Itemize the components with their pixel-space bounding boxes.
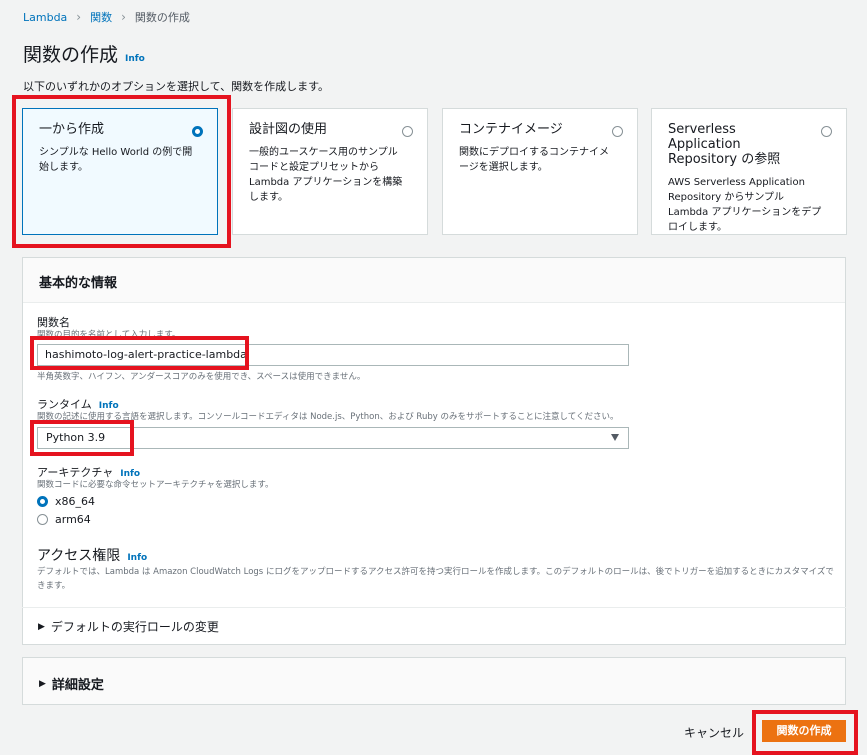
create-function-button[interactable]: 関数の作成	[762, 720, 846, 742]
caret-right-icon: ▶	[39, 678, 46, 689]
architecture-option-label: arm64	[55, 513, 91, 526]
chevron-right-icon: ›	[121, 10, 126, 24]
option-description: AWS Serverless Application Repository から…	[668, 177, 822, 233]
permissions-label-row: アクセス権限 Info	[37, 545, 147, 565]
option-description: 一般的ユースケース用のサンプルコードと設定プリセットから Lambda アプリケ…	[249, 147, 403, 203]
option-radio[interactable]	[612, 126, 623, 137]
option-title: コンテナイメージ	[459, 122, 563, 137]
permissions-description: デフォルトでは、Lambda は Amazon CloudWatch Logs …	[37, 567, 834, 591]
option-author-from-scratch[interactable]: 一から作成 シンプルな Hello World の例で開始します。	[22, 108, 218, 235]
caret-right-icon: ▶	[38, 621, 45, 632]
option-description: シンプルな Hello World の例で開始します。	[39, 147, 193, 173]
page-title: 関数の作成	[23, 44, 119, 66]
basic-info-header: 基本的な情報	[23, 258, 845, 303]
runtime-select[interactable]: Python 3.9	[37, 427, 629, 449]
permissions-label: アクセス権限	[37, 548, 121, 564]
page-title-row: 関数の作成 Info	[23, 40, 145, 67]
radio[interactable]	[37, 514, 48, 525]
chevron-right-icon: ›	[76, 10, 82, 24]
function-name-hint: 半角英数字、ハイフン、アンダースコアのみを使用でき、スペースは使用できません。	[37, 372, 366, 382]
change-role-expander[interactable]: ▶ デフォルトの実行ロールの変更	[38, 618, 219, 635]
radio-selected[interactable]	[37, 496, 48, 507]
function-name-value: hashimoto-log-alert-practice-lambda	[45, 348, 247, 361]
option-serverless-repository[interactable]: Serverless Application Repository の参照 AW…	[651, 108, 847, 235]
option-radio[interactable]	[402, 126, 413, 137]
option-radio[interactable]	[821, 126, 832, 137]
option-title: Serverless Application Repository の参照	[668, 122, 781, 167]
page-subtitle: 以下のいずれかのオプションを選択して、関数を作成します。	[23, 80, 330, 93]
breadcrumb-functions-link[interactable]: 関数	[90, 9, 112, 25]
caret-down-icon	[611, 434, 619, 441]
option-container-image[interactable]: コンテナイメージ 関数にデプロイするコンテナイメージを選択します。	[442, 108, 638, 235]
page-info-link[interactable]: Info	[125, 54, 145, 64]
breadcrumb: Lambda › 関数 › 関数の作成	[23, 9, 190, 25]
option-title: 一から作成	[39, 122, 105, 137]
option-description: 関数にデプロイするコンテナイメージを選択します。	[459, 147, 609, 173]
architecture-option-x86[interactable]: x86_64	[37, 495, 95, 508]
architecture-option-arm64[interactable]: arm64	[37, 513, 91, 526]
architecture-description: 関数コードに必要な命令セットアーキテクチャを選択します。	[37, 480, 274, 490]
architecture-option-label: x86_64	[55, 495, 96, 508]
option-use-blueprint[interactable]: 設計図の使用 一般的ユースケース用のサンプルコードと設定プリセットから Lamb…	[232, 108, 428, 235]
permissions-info-link[interactable]: Info	[127, 553, 147, 563]
runtime-description: 関数の記述に使用する言語を選択します。コンソールコードエディタは Node.js…	[37, 412, 619, 422]
cancel-button[interactable]: キャンセル	[684, 724, 744, 741]
divider	[22, 607, 846, 608]
function-name-input[interactable]: hashimoto-log-alert-practice-lambda	[37, 344, 629, 366]
function-name-description: 関数の目的を名前として入力します。	[37, 330, 181, 340]
breadcrumb-lambda-link[interactable]: Lambda	[23, 11, 67, 24]
option-title: 設計図の使用	[249, 122, 328, 137]
advanced-settings-header[interactable]: ▶ 詳細設定	[23, 658, 845, 709]
breadcrumb-current: 関数の作成	[134, 11, 190, 24]
option-radio-selected[interactable]	[192, 126, 203, 137]
advanced-settings-label: 詳細設定	[51, 678, 104, 693]
runtime-value: Python 3.9	[46, 431, 106, 444]
change-role-label: デフォルトの実行ロールの変更	[50, 620, 219, 634]
advanced-settings-panel[interactable]: ▶ 詳細設定	[22, 657, 846, 705]
